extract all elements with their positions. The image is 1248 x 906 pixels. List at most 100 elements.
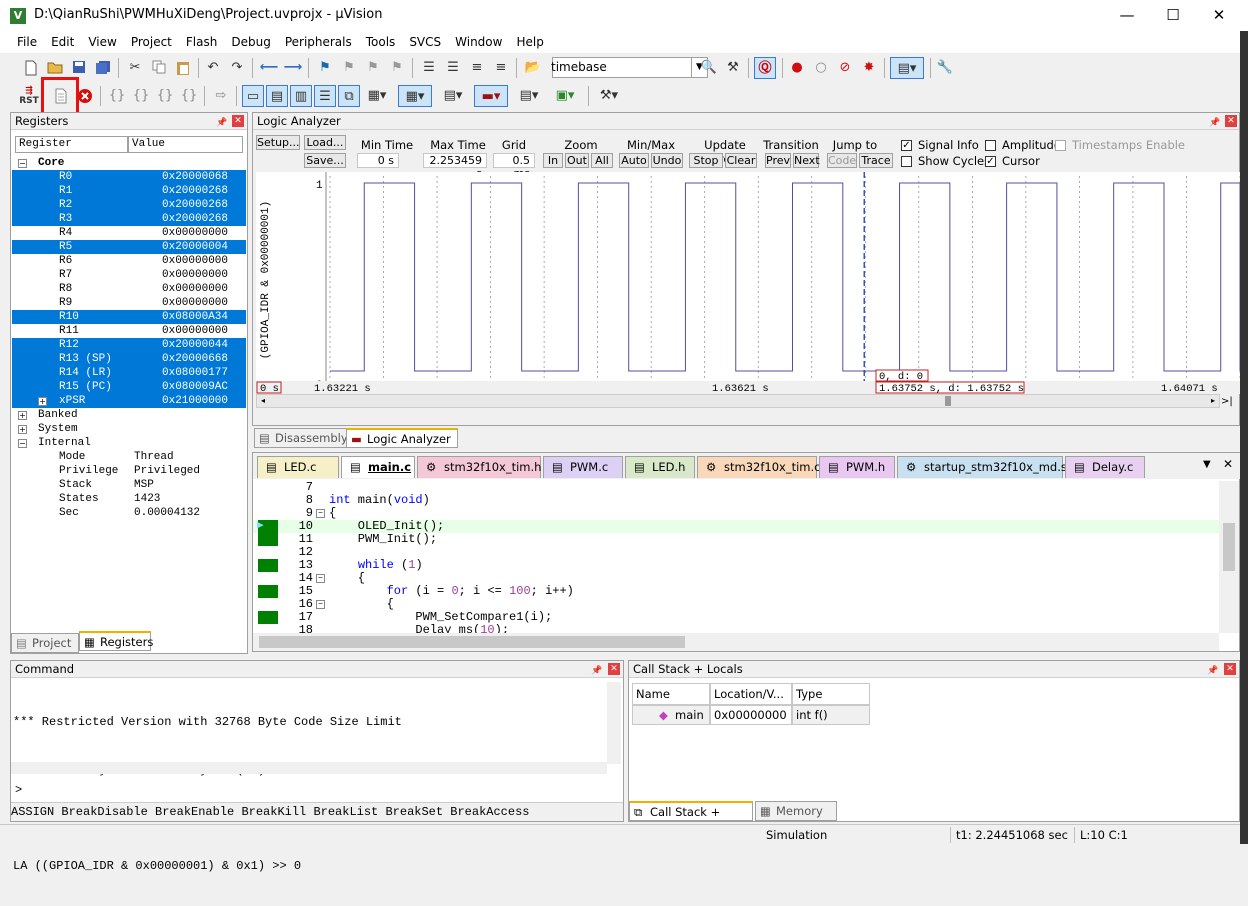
reset-cpu-button[interactable]: ⇶ RST [18,85,40,107]
register-row[interactable]: R7 0x00000000 [12,268,246,282]
pin-icon[interactable]: 📌 [216,115,227,132]
disassembly-window-icon[interactable]: ▤ [266,85,288,107]
tab-registers[interactable]: ▦ Registers [79,631,153,651]
file-tab[interactable]: ▤ Delay.c [1065,456,1145,478]
file-tab[interactable]: ▤ PWM.h [819,456,895,478]
step-out-icon[interactable]: {} [154,85,176,107]
new-file-icon[interactable] [20,57,42,79]
col-type[interactable]: Type [792,683,870,705]
run-to-cursor-icon[interactable]: {} [178,85,200,107]
trace-window-icon[interactable]: ▤▾ [514,85,544,107]
file-tab[interactable]: ▤ LED.h [625,456,695,478]
toolbox-icon[interactable]: ⚒▾ [594,85,624,107]
editor-hscrollbar[interactable] [253,633,1219,651]
menu-view[interactable]: View [81,31,123,53]
menu-edit[interactable]: Edit [44,31,81,53]
incremental-find-icon[interactable]: ⚒ [722,57,744,79]
banked-group[interactable]: Banked [38,408,78,422]
call-stack-row-name[interactable]: ◆ main [632,705,710,725]
target-select[interactable]: timebase ▼ [551,57,708,78]
disable-breakpoints-icon[interactable]: ⊘ [834,57,856,79]
comment-icon[interactable]: ≡ [466,57,488,79]
serial-window-icon[interactable]: ▤▾ [438,85,468,107]
next-transition-button[interactable]: Next [793,153,820,168]
menu-svcs[interactable]: SVCS [402,31,448,53]
close-panel-icon[interactable]: ✕ [1225,115,1237,127]
auto-button[interactable]: Auto [619,153,649,168]
register-row[interactable]: R13 (SP) 0x20000668 [12,352,246,366]
register-row[interactable]: R10 0x08000A34 [12,310,246,324]
internal-row[interactable]: Privilege Privileged [12,464,246,478]
step-over-icon[interactable]: {} [130,85,152,107]
navigate-forward-icon[interactable]: ⟶ [282,57,304,79]
register-row[interactable]: R0 0x20000068 [12,170,246,184]
menu-file[interactable]: File [10,31,44,53]
zoom-all-button[interactable]: All [591,153,613,168]
next-bookmark-icon[interactable]: ⚑ [362,57,384,79]
insert-breakpoint-icon[interactable]: ● [786,57,808,79]
fold-toggle-icon[interactable]: − [316,574,325,583]
copy-icon[interactable] [148,57,170,79]
register-row[interactable]: R3 0x20000268 [12,212,246,226]
scroll-left-icon[interactable]: ◂ [257,395,269,407]
paste-icon[interactable] [172,57,194,79]
menu-peripherals[interactable]: Peripherals [278,31,359,53]
tab-list-icon[interactable]: ▼ [1203,459,1211,470]
command-input[interactable] [27,781,617,799]
save-button[interactable]: Save... [304,153,346,168]
scroll-thumb[interactable] [945,396,951,406]
minimize-button[interactable]: — [1104,0,1150,31]
pin-icon[interactable]: 📌 [1207,663,1218,680]
fold-toggle-icon[interactable]: − [316,509,325,518]
undo-icon[interactable]: ↶ [202,57,224,79]
register-row[interactable]: xPSR 0x21000000 [12,394,246,408]
expand-xpsr-icon[interactable]: + [38,397,47,406]
scroll-right-icon[interactable]: ▸ [1207,395,1219,407]
close-panel-icon[interactable]: ✕ [608,663,620,675]
command-hscrollbar[interactable] [11,762,607,774]
scroll-end-icon[interactable]: >| [1221,396,1233,407]
register-row[interactable]: R15 (PC) 0x080009AC [12,380,246,394]
register-row[interactable]: R12 0x20000044 [12,338,246,352]
editor-vscrollbar[interactable] [1219,481,1239,633]
menu-debug[interactable]: Debug [224,31,277,53]
navigate-back-icon[interactable]: ⟵ [258,57,280,79]
debug-session-icon[interactable]: Ⓠ [754,57,776,79]
tab-call-stack[interactable]: ⧉Call Stack + Locals [629,801,753,837]
register-row[interactable]: R11 0x00000000 [12,324,246,338]
col-name[interactable]: Name [632,683,710,705]
jump-code-button[interactable]: Code [827,153,857,168]
jump-trace-button[interactable]: Trace [859,153,893,168]
register-row[interactable]: R14 (LR) 0x08000177 [12,366,246,380]
window-layout-icon[interactable]: ▤▾ [890,57,924,79]
editor-vscroll-thumb[interactable] [1223,523,1235,571]
close-panel-icon[interactable]: ✕ [232,115,244,127]
col-value[interactable]: Value [128,136,243,153]
command-window-icon[interactable]: ▭ [242,85,264,107]
stop-update-button[interactable]: Stop [689,153,723,168]
command-scrollbar[interactable] [607,682,621,764]
bookmark-icon[interactable]: ⚑ [314,57,336,79]
register-row[interactable]: R5 0x20000004 [12,240,246,254]
code-line[interactable]: 15 for (i = 0; i <= 100; i++) [253,585,1219,598]
close-button[interactable]: ✕ [1196,0,1242,31]
amplitude-checkbox[interactable] [985,140,996,151]
expand-banked-icon[interactable]: + [18,411,27,420]
kill-breakpoints-icon[interactable]: ✸ [858,57,880,79]
analysis-window-icon[interactable]: ▬▾ [474,85,508,107]
code-area[interactable]: 7 8 int main(void) 9−{▶ 10 OLED_Init(); 11 PW… [253,481,1219,633]
step-into-icon[interactable]: {} [106,85,128,107]
cut-icon[interactable]: ✂ [124,57,146,79]
find-in-files-icon[interactable]: 📂 [522,57,544,79]
zoom-out-button[interactable]: Out [565,153,589,168]
internal-row[interactable]: Stack MSP [12,478,246,492]
save-icon[interactable] [68,57,90,79]
editor-hscroll-thumb[interactable] [259,636,685,648]
maximize-button[interactable]: ☐ [1150,0,1196,31]
file-tab[interactable]: ▤ PWM.c [543,456,623,478]
uncomment-icon[interactable]: ≡ [490,57,512,79]
configure-icon[interactable]: 🔧 [934,57,956,79]
collapse-internal-icon[interactable]: − [18,439,27,448]
tab-disassembly[interactable]: ▤ Disassembly [254,428,355,448]
expand-system-icon[interactable]: + [18,425,27,434]
